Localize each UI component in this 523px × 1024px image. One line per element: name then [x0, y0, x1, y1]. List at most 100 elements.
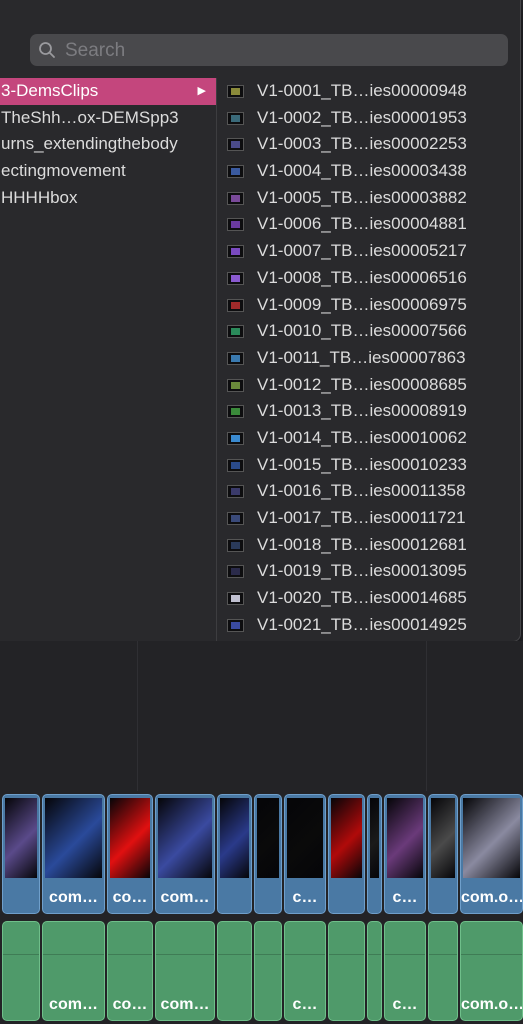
audio-clip-divider — [255, 954, 281, 955]
clip-item[interactable]: V1-0008_TB…ies00006516 — [217, 265, 520, 292]
clip-label: V1-0014_TB…ies00010062 — [257, 427, 467, 447]
clip-item[interactable]: V1-0007_TB…ies00005217 — [217, 238, 520, 265]
video-clip[interactable] — [367, 794, 382, 914]
clip-label: V1-0018_TB…ies00012681 — [257, 534, 467, 554]
clip-item[interactable]: V1-0019_TB…ies00013095 — [217, 558, 520, 585]
clip-label: V1-0006_TB…ies00004881 — [257, 214, 467, 234]
video-clip-label: c… — [292, 889, 318, 906]
video-clip[interactable]: co… — [107, 794, 153, 914]
clip-item[interactable]: V1-0011_TB…ies00007863 — [217, 345, 520, 372]
audio-clip[interactable] — [367, 921, 382, 1021]
audio-clip[interactable]: com.o… — [460, 921, 523, 1021]
clip-label: V1-0019_TB…ies00013095 — [257, 561, 467, 581]
video-clip-filmstrip — [220, 798, 249, 878]
clip-item[interactable]: V1-0020_TB…ies00014685 — [217, 585, 520, 612]
clip-item[interactable]: V1-0010_TB…ies00007566 — [217, 318, 520, 345]
audio-clip[interactable] — [428, 921, 458, 1021]
audio-clip[interactable]: c… — [384, 921, 426, 1021]
clip-item[interactable]: V1-0018_TB…ies00012681 — [217, 532, 520, 559]
video-clip[interactable] — [328, 794, 365, 914]
video-clip-filmstrip — [110, 798, 150, 878]
search-field[interactable] — [30, 34, 508, 68]
audio-clip[interactable]: com… — [155, 921, 215, 1021]
clip-label: V1-0004_TB…ies00003438 — [257, 161, 467, 181]
audio-clip-divider — [385, 954, 425, 955]
folder-item[interactable]: TheShh…ox-DEMSpp3 — [0, 105, 216, 132]
clip-label: V1-0013_TB…ies00008919 — [257, 401, 467, 421]
clip-item[interactable]: V1-0009_TB…ies00006975 — [217, 292, 520, 319]
clip-browser-popup: 3-DemsClips ▶ TheShh…ox-DEMSpp3 urns_extend… — [0, 0, 521, 642]
video-clip[interactable]: c… — [384, 794, 426, 914]
folder-item[interactable]: HHHHbox — [0, 185, 216, 212]
clip-label: V1-0017_TB…ies00011721 — [257, 508, 466, 527]
video-clip-filmstrip — [257, 798, 279, 878]
audio-clip-label: c… — [292, 996, 318, 1013]
clip-item[interactable]: V1-0006_TB…ies00004881 — [217, 211, 520, 238]
search-icon — [39, 42, 55, 58]
clip-item[interactable]: V1-0013_TB…ies00008919 — [217, 398, 520, 425]
video-clip[interactable] — [254, 794, 282, 914]
clip-thumbnail — [227, 538, 244, 552]
clip-thumbnail — [227, 458, 244, 472]
clip-item[interactable]: V1-0017_TB…ies00011721 — [217, 505, 520, 532]
clip-item[interactable]: V1-0015_TB…ies00010233 — [217, 452, 520, 479]
video-clip[interactable]: com… — [155, 794, 215, 914]
clip-item[interactable]: V1-0014_TB…ies00010062 — [217, 425, 520, 452]
clip-thumbnail — [227, 138, 244, 152]
search-input[interactable] — [63, 34, 487, 68]
clip-label: V1-0001_TB…ies00000948 — [257, 81, 467, 100]
audio-clip[interactable]: co… — [107, 921, 153, 1021]
clip-item[interactable]: V1-0021_TB…ies00014925 — [217, 612, 520, 639]
clip-thumbnail — [227, 245, 244, 259]
video-clip-filmstrip — [5, 798, 37, 878]
audio-clip[interactable] — [254, 921, 282, 1021]
video-clip[interactable] — [217, 794, 252, 914]
clip-item[interactable]: V1-0004_TB…ies00003438 — [217, 158, 520, 185]
clip-thumbnail — [227, 111, 244, 125]
clip-thumbnail — [227, 485, 244, 499]
audio-clip-divider — [3, 954, 39, 955]
clip-thumbnail — [227, 405, 244, 419]
video-clip[interactable]: com.o… — [460, 794, 523, 914]
folder-item[interactable]: urns_extendingthebody — [0, 131, 216, 158]
clip-item[interactable]: V1-0003_TB…ies00002253 — [217, 131, 520, 158]
audio-clip[interactable] — [2, 921, 40, 1021]
audio-clip-divider — [43, 954, 104, 955]
video-clip[interactable] — [2, 794, 40, 914]
audio-clip-label: com… — [49, 996, 98, 1013]
video-clip-label: co… — [112, 889, 148, 906]
folder-list: 3-DemsClips ▶ TheShh…ox-DEMSpp3 urns_extend… — [0, 78, 217, 641]
clip-label: V1-0008_TB…ies00006516 — [257, 267, 467, 287]
audio-clip[interactable]: c… — [284, 921, 326, 1021]
folder-label: 3-DemsClips — [1, 81, 99, 100]
clip-thumbnail — [227, 512, 244, 525]
video-clip[interactable]: com… — [42, 794, 105, 914]
audio-clip[interactable]: com… — [42, 921, 105, 1021]
clip-item[interactable]: V1-0012_TB…ies00008685 — [217, 372, 520, 399]
clip-item[interactable]: V1-0016_TB…ies00011358 — [217, 478, 520, 505]
video-clip[interactable]: c… — [284, 794, 326, 914]
audio-clip-divider — [329, 954, 364, 955]
clip-label: V1-0011_TB…ies00007863 — [257, 347, 466, 367]
audio-clip[interactable] — [328, 921, 365, 1021]
folder-item[interactable]: ectingmovement — [0, 158, 216, 185]
clip-item[interactable]: V1-0002_TB…ies00001953 — [217, 105, 520, 132]
timeline[interactable]: com… co… com… c… c… com.o… com… co… com… c… c… com.… — [0, 641, 523, 1024]
video-clip-filmstrip — [158, 798, 212, 878]
audio-clip-divider — [156, 954, 214, 955]
audio-clip-divider — [218, 954, 251, 955]
audio-clip-label: com.o… — [461, 996, 522, 1013]
clip-thumbnail — [227, 298, 244, 312]
audio-clip-divider — [285, 954, 325, 955]
video-clip-label: c… — [392, 889, 418, 906]
audio-clip[interactable] — [217, 921, 252, 1021]
clip-label: V1-0015_TB…ies00010233 — [257, 454, 467, 474]
clip-item[interactable]: V1-0001_TB…ies00000948 — [217, 78, 520, 105]
folder-item[interactable]: 3-DemsClips ▶ — [0, 78, 216, 105]
video-clip-filmstrip — [45, 798, 102, 878]
video-clip[interactable] — [428, 794, 458, 914]
audio-clip-divider — [429, 954, 457, 955]
clip-item[interactable]: V1-0005_TB…ies00003882 — [217, 185, 520, 212]
clip-label: V1-0007_TB…ies00005217 — [257, 241, 467, 261]
clip-thumbnail — [227, 85, 244, 98]
